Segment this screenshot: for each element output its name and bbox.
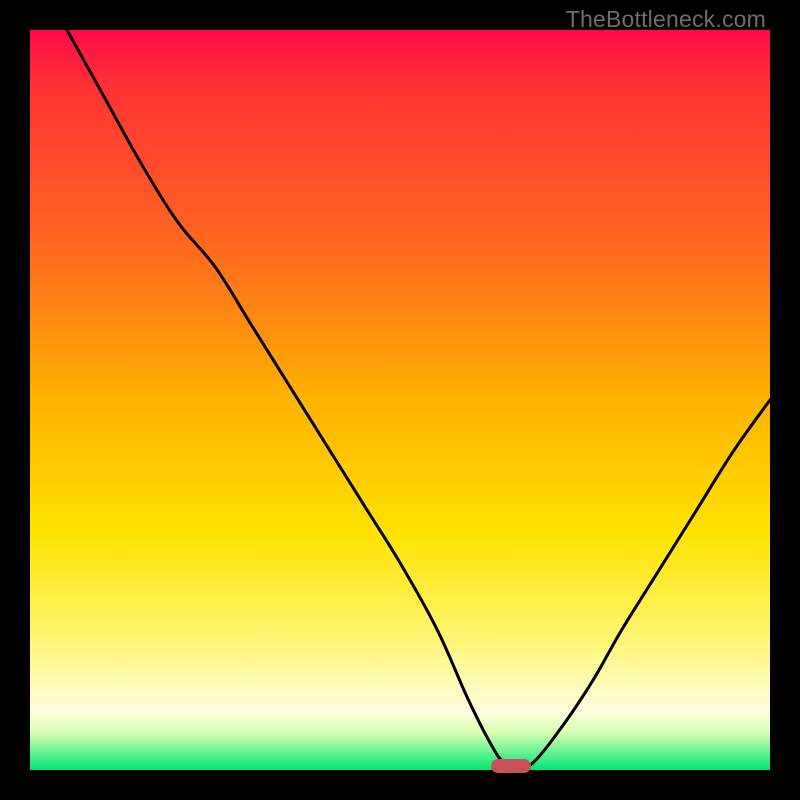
watermark-text: TheBottleneck.com: [566, 6, 766, 33]
plot-area: [30, 30, 770, 770]
minimum-marker: [491, 759, 531, 773]
curve-path: [67, 30, 770, 767]
chart-frame: TheBottleneck.com: [0, 0, 800, 800]
bottleneck-curve: [30, 30, 770, 770]
